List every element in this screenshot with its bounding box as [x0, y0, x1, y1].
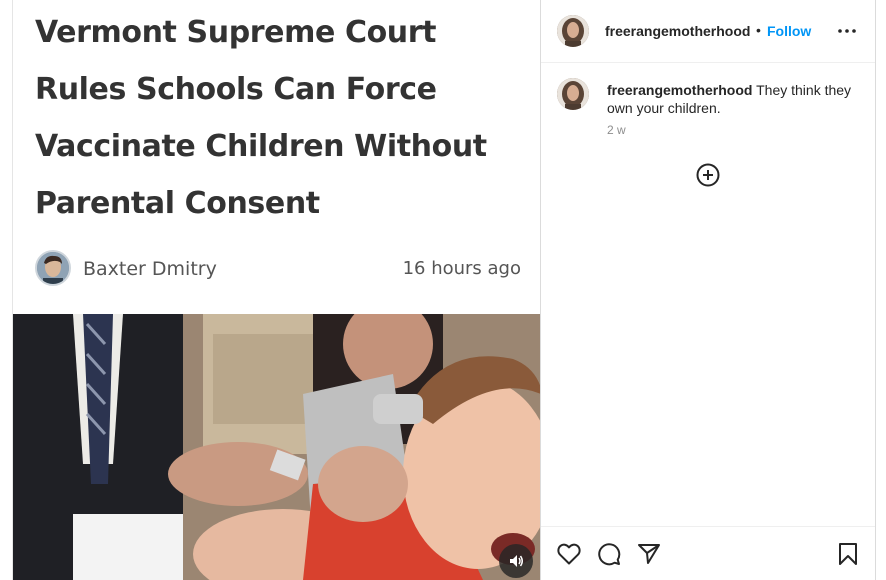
post-action-bar [541, 526, 875, 580]
follow-button[interactable]: Follow [767, 23, 811, 39]
comment-bubble-icon[interactable] [596, 541, 622, 567]
user-avatar[interactable] [557, 15, 589, 47]
heart-icon[interactable] [556, 541, 582, 567]
plus-circle-icon[interactable] [696, 163, 720, 187]
bookmark-icon[interactable] [835, 541, 861, 567]
post-media[interactable]: Vermont Supreme Court Rules Schools Can … [12, 0, 540, 580]
article-headline: Vermont Supreme Court Rules Schools Can … [35, 15, 487, 221]
post-header: freerangemotherhood • Follow [541, 0, 875, 63]
separator-dot: • [756, 22, 761, 38]
paper-plane-icon[interactable] [636, 541, 662, 567]
author-avatar [35, 250, 71, 286]
post-sidebar: freerangemotherhood • Follow freerangemo… [540, 0, 876, 580]
more-options-icon[interactable] [837, 21, 857, 41]
instagram-post-modal: Vermont Supreme Court Rules Schools Can … [0, 0, 886, 580]
post-username[interactable]: freerangemotherhood [605, 23, 750, 39]
caption-username[interactable]: freerangemotherhood [607, 82, 752, 98]
article-timestamp: 16 hours ago [402, 258, 521, 279]
caption-timestamp[interactable]: 2 w [607, 123, 626, 137]
article-photo [13, 314, 540, 580]
article-byline: Baxter Dmitry 16 hours ago [35, 250, 521, 288]
article-author: Baxter Dmitry [83, 258, 217, 280]
speaker-icon[interactable] [499, 544, 533, 578]
caption-text-block: freerangemotherhood They think they own … [607, 81, 857, 117]
caption-avatar[interactable] [557, 78, 589, 110]
